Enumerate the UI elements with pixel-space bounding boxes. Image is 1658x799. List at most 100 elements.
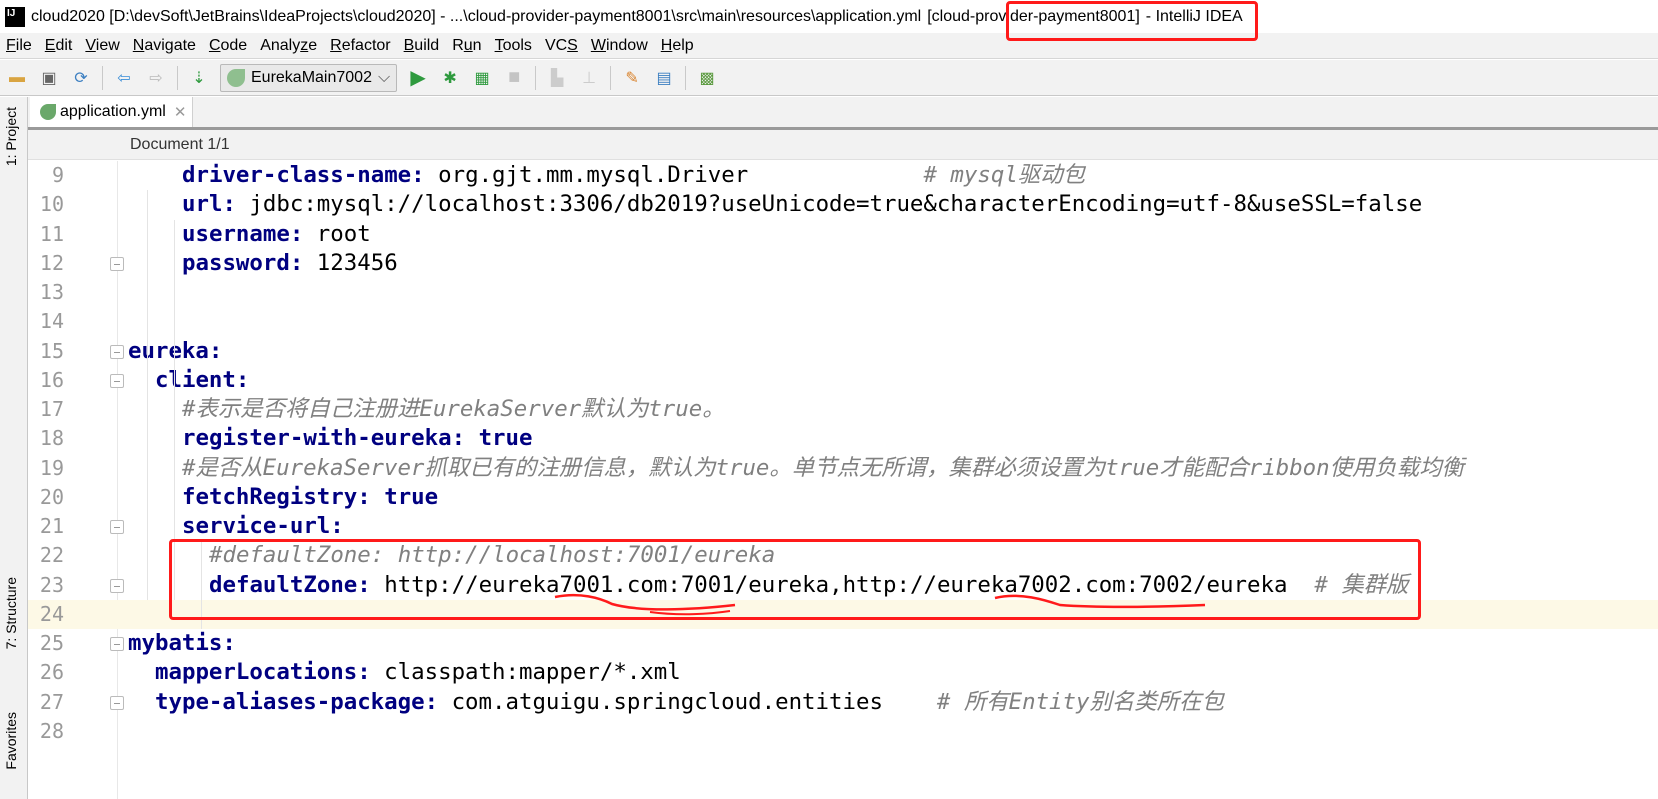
menu-item[interactable]: Refactor xyxy=(324,37,397,55)
menu-item[interactable]: Tools xyxy=(489,37,539,55)
code-line[interactable]: 9 driver-class-name: org.gjt.mm.mysql.Dri… xyxy=(28,161,1658,190)
menu-item[interactable]: Edit xyxy=(39,37,80,55)
spring-boot-icon xyxy=(227,68,245,87)
menu-label: avigate xyxy=(144,36,196,54)
breadcrumb-document[interactable]: Document 1/1 xyxy=(130,136,230,154)
code-text: #defaultZone: http://localhost:7001/eure… xyxy=(209,541,775,570)
code-text: url: jdbc:mysql://localhost:3306/db2019?… xyxy=(182,190,1422,219)
code-line[interactable]: 19 #是否从EurekaServer抓取已有的注册信息，默认为true。单节点无… xyxy=(28,454,1658,483)
window-title-app: - IntelliJ IDEA xyxy=(1145,7,1243,25)
code-line[interactable]: 25 mybatis: xyxy=(28,629,1658,658)
menu-item[interactable]: VCS xyxy=(539,37,585,55)
fold-marker-icon[interactable] xyxy=(110,256,124,271)
editor-tab-bar: application.yml ✕ xyxy=(28,97,1658,130)
build-icon[interactable]: ⇣ xyxy=(188,67,210,89)
code-line[interactable]: 28 xyxy=(28,717,1658,746)
menu-item[interactable]: Build xyxy=(398,37,447,55)
line-number: 24 xyxy=(39,601,64,626)
fold-marker-icon[interactable] xyxy=(110,578,124,593)
code-line[interactable]: 11 username: root xyxy=(28,220,1658,249)
menu-item[interactable]: Run xyxy=(446,37,488,55)
fold-marker-icon[interactable] xyxy=(110,520,124,535)
code-line[interactable]: 18 register-with-eureka: true xyxy=(28,424,1658,453)
menu-label: indow xyxy=(605,36,648,54)
menu-item[interactable]: Navigate xyxy=(127,37,203,55)
yaml-key: url: xyxy=(182,191,236,218)
code-text: mybatis: xyxy=(128,629,236,658)
code-text: fetchRegistry: true xyxy=(182,483,438,512)
tab-application-yml[interactable]: application.yml ✕ xyxy=(30,97,194,127)
stop-icon[interactable]: ■ xyxy=(503,66,525,89)
code-line[interactable]: 21 service-url: xyxy=(28,512,1658,541)
code-text: #表示是否将自己注册进EurekaServer默认为true。 xyxy=(182,395,725,424)
yaml-value: jdbc:mysql://localhost:3306/db2019?useUn… xyxy=(235,191,1423,218)
yaml-key: mapperLocations: xyxy=(155,659,371,686)
forward-arrow-icon[interactable]: ⇨ xyxy=(145,67,167,89)
close-icon[interactable]: ✕ xyxy=(174,103,187,121)
line-number: 16 xyxy=(39,367,64,392)
menu-item[interactable]: Help xyxy=(655,37,701,55)
left-tool-strip: 1: Project 7: Structure Favorites xyxy=(0,97,28,799)
save-icon[interactable]: ▣ xyxy=(38,67,60,89)
menu-item[interactable]: View xyxy=(79,37,126,55)
menu-mnemonic: H xyxy=(660,36,673,54)
deploy-icon[interactable]: ⊥ xyxy=(578,67,600,89)
fold-marker-icon[interactable] xyxy=(110,344,124,359)
yaml-key: fetchRegistry: xyxy=(182,483,371,510)
line-number: 19 xyxy=(39,455,64,480)
attach-icon[interactable]: ▙ xyxy=(546,67,568,89)
project-tool-tab[interactable]: 1: Project xyxy=(3,107,19,166)
run-icon[interactable]: ▶ xyxy=(407,67,429,89)
code-line[interactable]: 16 client: xyxy=(28,366,1658,395)
menu-item[interactable]: Window xyxy=(585,37,655,55)
yaml-comment: # mysql驱动包 xyxy=(923,162,1085,188)
code-line[interactable]: 22 #defaultZone: http://localhost:7001/eu… xyxy=(28,541,1658,570)
code-line[interactable]: 14 xyxy=(28,307,1658,336)
fold-marker-icon[interactable] xyxy=(110,637,124,652)
coverage-icon[interactable]: ▦ xyxy=(471,67,493,89)
code-line[interactable]: 17 #表示是否将自己注册进EurekaServer默认为true。 xyxy=(28,395,1658,424)
menu-mnemonic: W xyxy=(590,36,606,54)
fold-marker-icon[interactable] xyxy=(110,695,124,710)
line-number: 11 xyxy=(39,221,64,246)
debug-icon[interactable]: ✱ xyxy=(439,67,461,89)
yaml-key: username: xyxy=(182,220,304,247)
structure-tool-tab[interactable]: 7: Structure xyxy=(3,577,19,649)
menu-label: ode xyxy=(220,36,248,54)
code-text: eureka: xyxy=(128,337,222,366)
code-line[interactable]: 20 fetchRegistry: true xyxy=(28,483,1658,512)
code-line[interactable]: 15 eureka: xyxy=(28,337,1658,366)
line-number: 20 xyxy=(39,484,64,509)
code-line[interactable]: 12 password: 123456 xyxy=(28,249,1658,278)
menu-mnemonic: E xyxy=(44,36,56,54)
line-number: 17 xyxy=(39,397,64,422)
code-line[interactable]: 10 url: jdbc:mysql://localhost:3306/db201… xyxy=(28,190,1658,219)
sync-icon[interactable]: ⟳ xyxy=(70,67,92,89)
code-line[interactable]: 27 type-aliases-package: com.atguigu.spri… xyxy=(28,688,1658,717)
breadcrumb: Document 1/1 xyxy=(28,130,1658,160)
line-number: 26 xyxy=(39,660,64,685)
code-line[interactable]: 13 xyxy=(28,278,1658,307)
menu-item[interactable]: Code xyxy=(203,37,254,55)
separator xyxy=(685,65,687,90)
code-line[interactable]: 24 xyxy=(28,599,1658,630)
settings-wrench-icon[interactable]: ✎ xyxy=(621,67,643,89)
window-title: cloud2020 [D:\devSoft\JetBrains\IdeaProj… xyxy=(31,7,922,25)
back-arrow-icon[interactable]: ⇦ xyxy=(113,67,135,89)
yaml-value: com.atguigu.springcloud.entities xyxy=(438,688,937,715)
run-configuration-dropdown[interactable]: EurekaMain7002 ⌵ xyxy=(220,63,398,92)
menu-item[interactable]: Analyze xyxy=(254,37,324,55)
code-editor[interactable]: 9 driver-class-name: org.gjt.mm.mysql.Dri… xyxy=(28,161,1658,799)
menu-mnemonic: N xyxy=(132,36,145,54)
menu-item[interactable]: File xyxy=(0,37,39,55)
yaml-key: eureka: xyxy=(128,337,223,364)
project-structure-icon[interactable]: ▤ xyxy=(653,67,675,89)
separator xyxy=(102,65,103,90)
favorites-tool-tab[interactable]: Favorites xyxy=(3,712,19,770)
sdk-manager-icon[interactable]: ▩ xyxy=(696,67,718,89)
fold-marker-icon[interactable] xyxy=(110,373,124,388)
open-folder-icon[interactable]: ▬ xyxy=(6,67,28,89)
code-text: defaultZone: http://eureka7001.com:7001/… xyxy=(209,571,1409,600)
code-line[interactable]: 23 defaultZone: http://eureka7001.com:700… xyxy=(28,571,1658,600)
code-line[interactable]: 26 mapperLocations: classpath:mapper/*.xm… xyxy=(28,658,1658,687)
